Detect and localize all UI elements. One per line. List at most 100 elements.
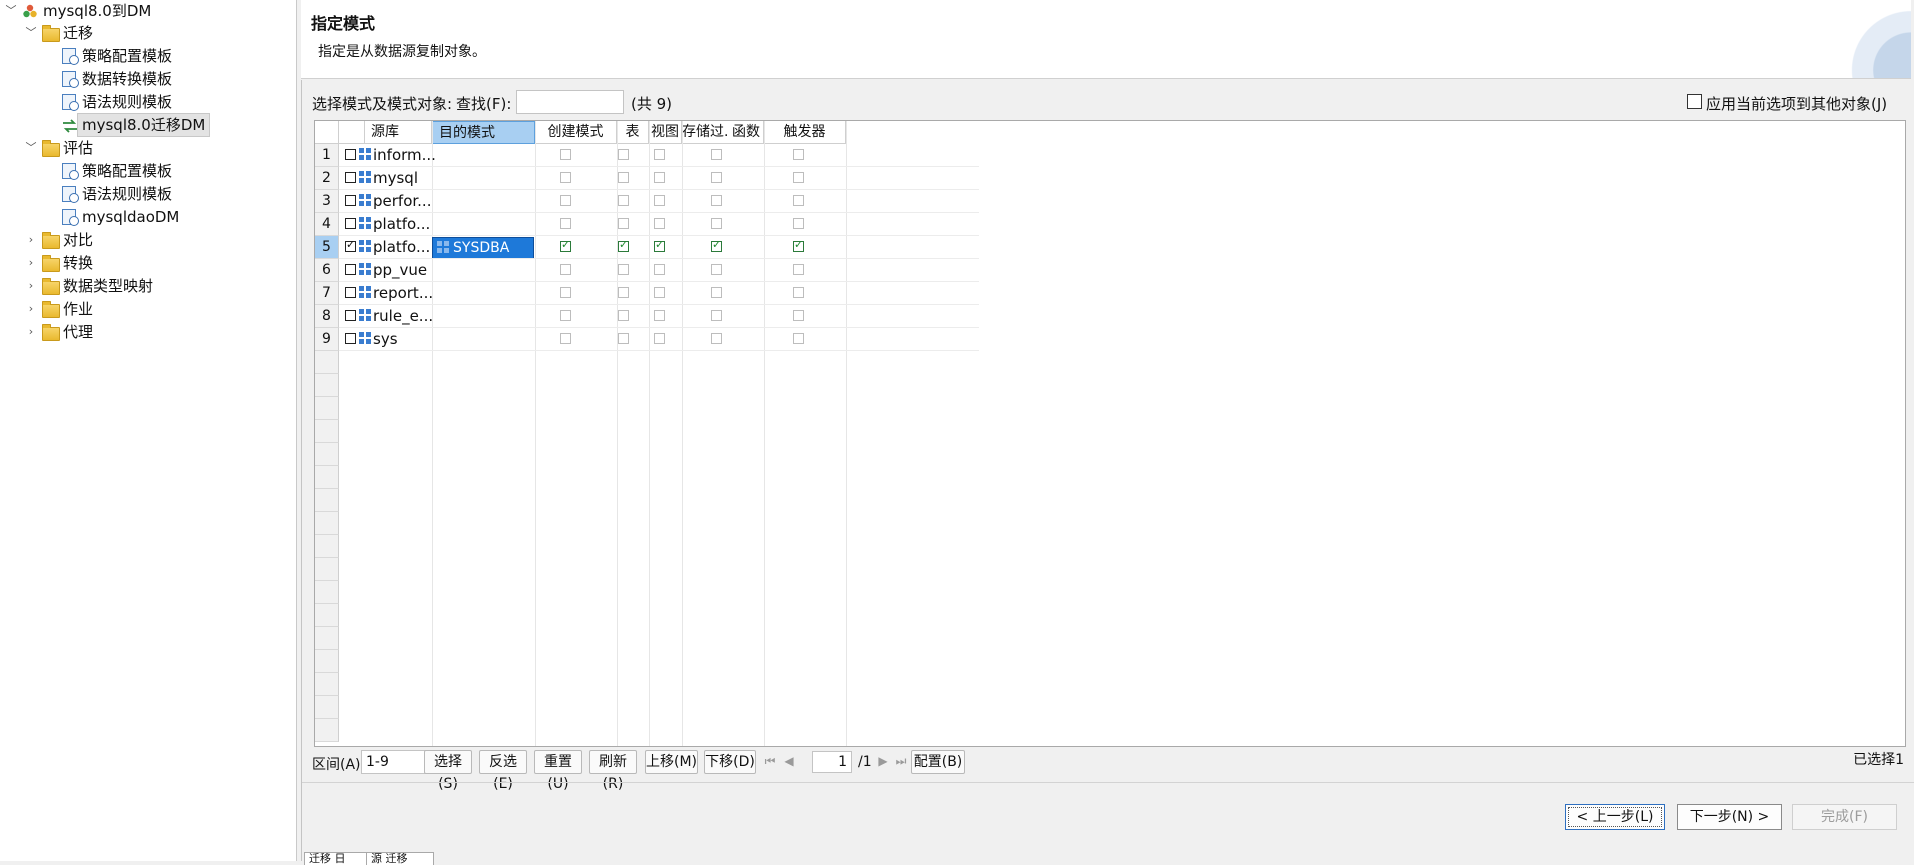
grid-header-create-schema[interactable]: 创建模式: [535, 121, 617, 144]
procedure-checkbox[interactable]: [711, 238, 722, 252]
row-number[interactable]: 1: [315, 144, 339, 167]
tree-item-syntax-template-2[interactable]: 语法规则模板: [0, 183, 290, 205]
view-checkbox[interactable]: [654, 287, 665, 298]
procedure-checkbox[interactable]: [711, 195, 722, 206]
tab-source[interactable]: 源 迁移: [366, 852, 434, 865]
row-select-checkbox[interactable]: [345, 238, 356, 252]
row-select-checkbox[interactable]: [345, 333, 356, 344]
next-page-icon[interactable]: ▶: [877, 755, 889, 767]
row-number[interactable]: 4: [315, 213, 339, 236]
tree-folder-compare[interactable]: › 对比: [0, 229, 290, 251]
chevron-down-icon[interactable]: ﹀: [24, 137, 38, 159]
tree-item-mysqldaodm[interactable]: mysqldaoDM: [0, 206, 290, 228]
table-checkbox[interactable]: [618, 238, 629, 252]
refresh-button[interactable]: 刷新(R): [589, 750, 637, 792]
row-number[interactable]: 9: [315, 328, 339, 351]
create-schema-checkbox[interactable]: [560, 218, 571, 229]
tree-item-syntax-template[interactable]: 语法规则模板: [0, 91, 290, 113]
row-select-checkbox[interactable]: [345, 310, 356, 321]
trigger-checkbox[interactable]: [793, 333, 804, 344]
tree-folder-convert[interactable]: › 转换: [0, 252, 290, 274]
table-checkbox[interactable]: [618, 333, 629, 344]
table-checkbox[interactable]: [618, 149, 629, 160]
grid-header-source[interactable]: 源库: [365, 121, 432, 144]
create-schema-checkbox[interactable]: [560, 195, 571, 206]
create-schema-checkbox[interactable]: [560, 287, 571, 298]
trigger-checkbox[interactable]: [793, 264, 804, 275]
create-schema-checkbox[interactable]: [560, 264, 571, 275]
move-down-button[interactable]: 下移(D): [704, 750, 756, 774]
view-checkbox[interactable]: [654, 310, 665, 321]
trigger-checkbox[interactable]: [793, 287, 804, 298]
procedure-checkbox[interactable]: [711, 149, 722, 160]
grid-header-procedure[interactable]: 存储过...: [682, 121, 729, 144]
grid-header-table[interactable]: 表: [617, 121, 649, 144]
chevron-down-icon[interactable]: ﹀: [4, 0, 18, 22]
table-checkbox[interactable]: [618, 310, 629, 321]
grid-header-target[interactable]: 目的模式: [432, 121, 535, 144]
table-checkbox[interactable]: [618, 195, 629, 206]
reset-button[interactable]: 重置(U): [534, 750, 582, 792]
tab-migration[interactable]: 迁移 日: [304, 852, 372, 865]
tree-folder-jobs[interactable]: › 作业: [0, 298, 290, 320]
tree-folder-assessment[interactable]: ﹀ 评估: [0, 137, 290, 159]
create-schema-checkbox[interactable]: [560, 172, 571, 183]
row-select-checkbox[interactable]: [345, 195, 356, 206]
tree-folder-type-mapping[interactable]: › 数据类型映射: [0, 275, 290, 297]
view-checkbox[interactable]: [654, 333, 665, 344]
row-number[interactable]: 5: [315, 236, 339, 259]
chevron-right-icon[interactable]: ›: [24, 298, 38, 320]
find-input[interactable]: [516, 90, 624, 114]
procedure-checkbox[interactable]: [711, 172, 722, 183]
tree-item-strategy-template-2[interactable]: 策略配置模板: [0, 160, 290, 182]
table-checkbox[interactable]: [618, 287, 629, 298]
procedure-checkbox[interactable]: [711, 287, 722, 298]
apply-to-others-checkbox[interactable]: [1687, 94, 1702, 109]
row-number[interactable]: 3: [315, 190, 339, 213]
procedure-checkbox[interactable]: [711, 218, 722, 229]
chevron-right-icon[interactable]: ›: [24, 229, 38, 251]
chevron-down-icon[interactable]: ﹀: [24, 22, 38, 44]
range-input[interactable]: 1-9: [361, 750, 427, 774]
apply-to-others-label[interactable]: 应用当前选项到其他对象(J): [1706, 93, 1887, 114]
tree-item-data-convert-template[interactable]: 数据转换模板: [0, 68, 290, 90]
chevron-right-icon[interactable]: ›: [24, 275, 38, 297]
trigger-checkbox[interactable]: [793, 172, 804, 183]
procedure-checkbox[interactable]: [711, 310, 722, 321]
create-schema-checkbox[interactable]: [560, 310, 571, 321]
prev-page-icon[interactable]: ◀: [783, 755, 795, 767]
view-checkbox[interactable]: [654, 238, 665, 252]
row-select-checkbox[interactable]: [345, 264, 356, 275]
page-input[interactable]: 1: [812, 751, 852, 773]
config-button[interactable]: 配置(B): [911, 750, 965, 774]
move-up-button[interactable]: 上移(M): [645, 750, 698, 774]
trigger-checkbox[interactable]: [793, 310, 804, 321]
row-select-checkbox[interactable]: [345, 149, 356, 160]
grid-header-trigger[interactable]: 触发器: [764, 121, 846, 144]
tree-item-strategy-template[interactable]: 策略配置模板: [0, 45, 290, 67]
tree-folder-agent[interactable]: › 代理: [0, 321, 290, 343]
select-button[interactable]: 选择(S): [424, 750, 472, 792]
table-checkbox[interactable]: [618, 172, 629, 183]
prev-button[interactable]: < 上一步(L): [1565, 804, 1665, 830]
invert-button[interactable]: 反选(E): [479, 750, 527, 792]
tree-folder-migration[interactable]: ﹀ 迁移: [0, 22, 290, 44]
procedure-checkbox[interactable]: [711, 333, 722, 344]
create-schema-checkbox[interactable]: [560, 333, 571, 344]
create-schema-checkbox[interactable]: [560, 149, 571, 160]
row-select-checkbox[interactable]: [345, 218, 356, 229]
grid-header-check[interactable]: [339, 121, 365, 144]
trigger-checkbox[interactable]: [793, 195, 804, 206]
chevron-right-icon[interactable]: ›: [24, 252, 38, 274]
tree-item-migration-task[interactable]: mysql8.0迁移DM: [0, 113, 290, 137]
row-number[interactable]: 2: [315, 167, 339, 190]
view-checkbox[interactable]: [654, 195, 665, 206]
finish-button[interactable]: 完成(F): [1792, 804, 1897, 830]
grid-header-view[interactable]: 视图: [649, 121, 682, 144]
target-schema-cell[interactable]: SYSDBA: [432, 237, 534, 259]
trigger-checkbox[interactable]: [793, 238, 804, 252]
table-checkbox[interactable]: [618, 264, 629, 275]
row-select-checkbox[interactable]: [345, 172, 356, 183]
last-page-icon[interactable]: ⏭: [895, 755, 907, 767]
row-number[interactable]: 8: [315, 305, 339, 328]
